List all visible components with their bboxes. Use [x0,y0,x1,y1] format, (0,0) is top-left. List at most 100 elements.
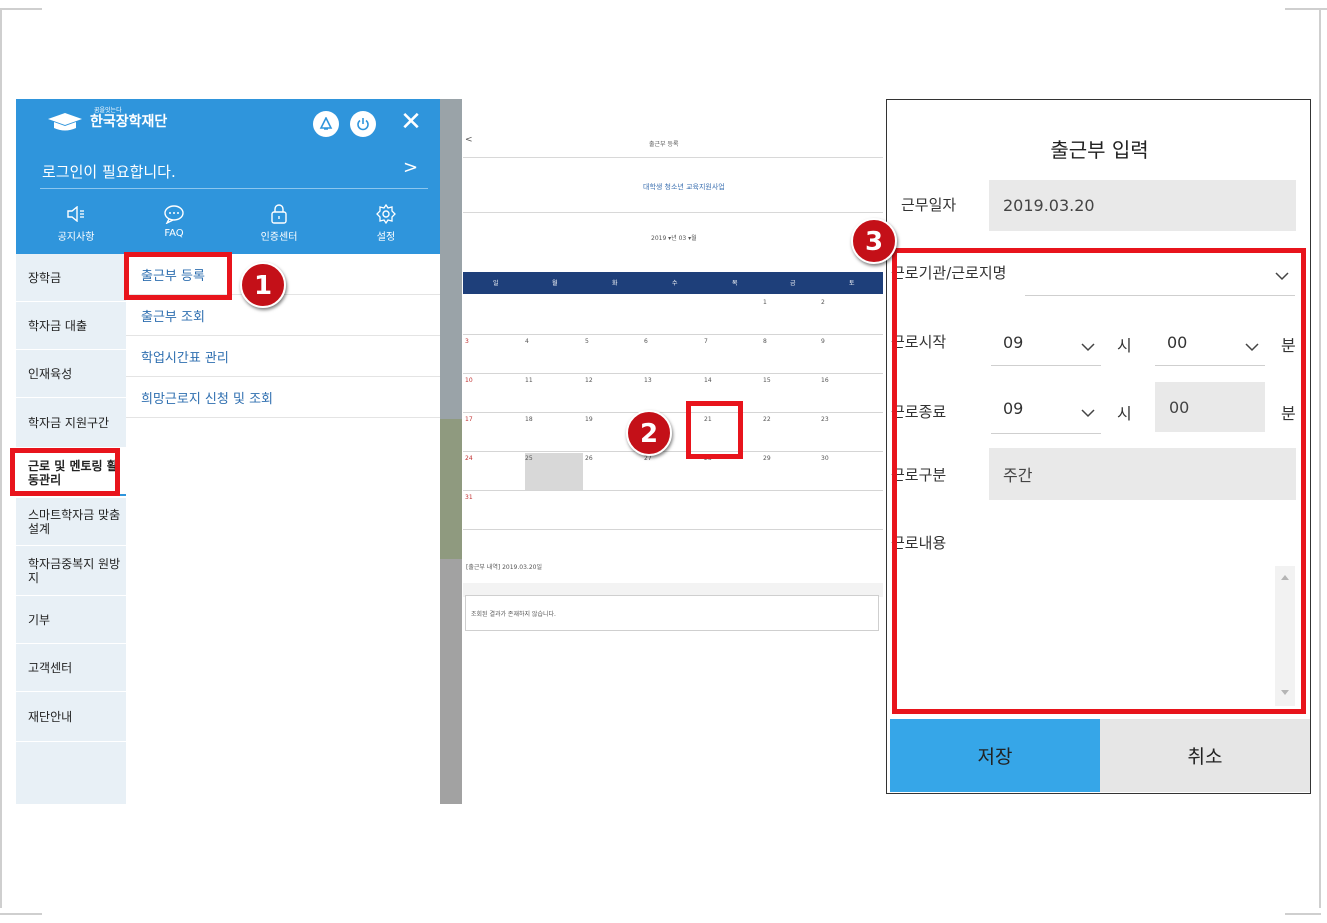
screenshot-frame: 꿈을잇는다 한국장학재단 ✕ 로그인이 필요합니다. > 공지사항 FAQ 인증… [0,0,1327,923]
month-selector[interactable]: 2019 ▾년 03 ▾월 [651,233,697,242]
close-icon[interactable]: ✕ [396,107,426,137]
calendar-week-row: 12 [463,295,883,335]
divider [40,188,428,189]
calendar-day-cell[interactable]: 29 [763,455,771,462]
weekday-label: 화 [612,280,618,287]
calendar-weekday-header: 일 월 화 수 목 금 토 [463,272,883,294]
calendar-day-cell[interactable]: 19 [585,416,593,423]
calendar-week-row: 24 25 26 27 28 29 30 [463,451,883,491]
work-date-label: 근무일자 [901,196,957,214]
calendar-day-cell[interactable]: 15 [763,377,771,384]
attendance-record-title: [출근부 내역] 2019.03.20일 [466,564,542,571]
calendar-day-cell[interactable]: 31 [465,494,473,501]
weekday-label: 일 [493,280,499,287]
side-item-duplicate-prevention[interactable]: 학자금중복지 원방지 [16,546,126,596]
calendar-day-cell[interactable]: 22 [763,416,771,423]
calendar-day-cell[interactable]: 2 [821,299,825,306]
weekday-label: 토 [849,280,855,287]
frame-corner [1319,8,1321,908]
calendar-week-row: 31 [463,490,883,530]
divider [463,157,883,158]
power-button[interactable] [350,111,376,137]
side-item-support-range[interactable]: 학자금 지원구간 [16,398,126,448]
save-button[interactable]: 저장 [890,719,1100,792]
background-overlay [440,99,462,804]
chat-bubble-icon [144,203,204,225]
calendar-day-cell[interactable]: 23 [821,416,829,423]
logo-name: 한국장학재단 [90,114,168,130]
calendar-day-cell[interactable]: 1 [763,299,767,306]
weekday-label: 수 [672,280,678,287]
step-marker-1: 1 [240,262,286,308]
calendar-day-cell[interactable]: 5 [585,338,589,345]
logo-slogan: 꿈을잇는다 [94,107,122,114]
empty-result-text: 조회된 결과가 존재하지 않습니다. [471,611,556,618]
step-marker-2: 2 [626,410,672,456]
quick-menu-auth[interactable]: 인증센터 [249,203,309,243]
highlight-register [124,252,232,300]
sub-item-hope-workplace[interactable]: 희망근로지 신청 및 조회 [126,377,440,418]
frame-corner [1285,913,1321,915]
lock-icon [249,203,309,225]
quick-menu-settings[interactable]: 설정 [356,203,416,243]
calendar-day-cell[interactable]: 7 [704,338,708,345]
divider [463,212,883,213]
highlight-input-form [892,248,1306,714]
quick-menu-faq[interactable]: FAQ [144,203,204,239]
side-item-customer-center[interactable]: 고객센터 [16,644,126,692]
sub-item-timetable[interactable]: 학업시간표 관리 [126,336,440,377]
calendar-day-cell[interactable]: 4 [525,338,529,345]
gear-icon [356,203,416,225]
calendar-day-cell[interactable]: 12 [585,377,593,384]
calendar-day-cell[interactable]: 17 [465,416,473,423]
side-item-donation[interactable]: 기부 [16,596,126,644]
calendar-day-cell[interactable]: 27 [644,455,652,462]
cancel-button[interactable]: 취소 [1100,719,1310,792]
chevron-right-icon[interactable]: > [403,157,418,178]
side-item-about[interactable]: 재단안내 [16,692,126,742]
notice-box: 조회된 결과가 존재하지 않습니다. [465,595,879,631]
calendar-day-cell[interactable]: 24 [465,455,473,462]
kosaf-logo[interactable]: 꿈을잇는다 한국장학재단 [44,107,168,131]
megaphone-icon [46,203,106,225]
calendar-title: 출근부 등록 [649,141,679,148]
sub-item-inquiry[interactable]: 출근부 조회 [126,295,440,336]
calendar-day-cell[interactable]: 8 [763,338,767,345]
calendar-day-cell[interactable]: 6 [644,338,648,345]
side-item-talent[interactable]: 인재육성 [16,350,126,398]
quick-menu-label: 공지사항 [57,232,95,243]
calendar-day-cell[interactable]: 30 [821,455,829,462]
graduation-cap-icon [44,111,86,131]
side-menu: 장학금 학자금 대출 인재육성 학자금 지원구간 근로 및 멘토링 활동관리 스… [16,254,126,804]
highlight-date-cell [686,401,743,459]
calendar-day-cell[interactable]: 16 [821,377,829,384]
frame-corner [0,8,42,10]
calendar-day-cell[interactable]: 11 [525,377,533,384]
calendar-day-cell[interactable]: 14 [704,377,712,384]
highlight-work-mentoring [10,448,120,496]
quick-menu-label: 설정 [376,232,396,243]
program-name: 대학생 청소년 교육지원사업 [643,183,725,191]
calendar-panel: < 출근부 등록 대학생 청소년 교육지원사업 2019 ▾년 03 ▾월 일 … [463,99,883,659]
calendar-day-cell[interactable]: 26 [585,455,593,462]
calendar-day-cell[interactable]: 13 [644,377,652,384]
weekday-label: 월 [552,280,558,287]
calendar-day-cell[interactable]: 10 [465,377,473,384]
calendar-week-row: 10 11 12 13 14 15 16 [463,373,883,413]
quick-menu-notice[interactable]: 공지사항 [46,203,106,243]
menu-header: 꿈을잇는다 한국장학재단 ✕ 로그인이 필요합니다. > 공지사항 FAQ 인증… [16,99,462,254]
side-item-smart-plan[interactable]: 스마트학자금 맞춤설계 [16,498,126,546]
calendar-day-cell[interactable]: 9 [821,338,825,345]
calendar-week-row: 17181920212223 [463,412,883,452]
bell-icon [319,117,333,130]
side-item-scholarship[interactable]: 장학금 [16,254,126,302]
calendar-week-row: 3 4 5 6 7 8 9 [463,334,883,374]
back-icon[interactable]: < [465,135,473,145]
calendar-day-cell[interactable]: 3 [465,338,469,345]
notification-button[interactable] [313,111,339,137]
quick-menu-label: FAQ [164,228,184,239]
calendar-day-cell[interactable]: 18 [525,416,533,423]
calendar-day-cell[interactable]: 25 [525,455,533,462]
login-prompt[interactable]: 로그인이 필요합니다. [42,161,176,182]
side-item-loan[interactable]: 학자금 대출 [16,302,126,350]
